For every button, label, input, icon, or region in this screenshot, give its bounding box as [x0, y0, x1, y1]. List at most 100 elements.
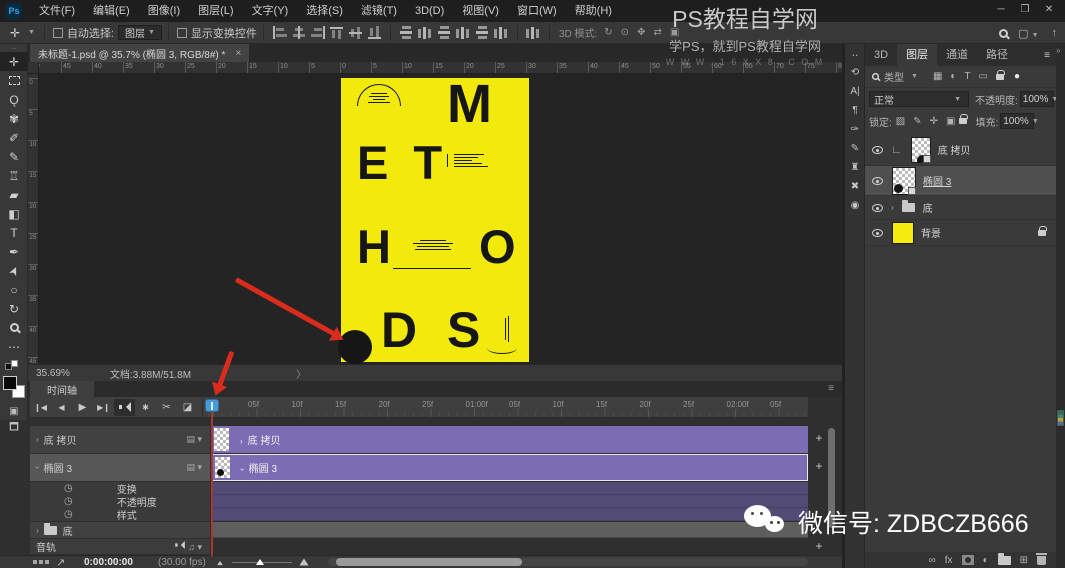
previous-frame-button[interactable]: ◀ [51, 399, 72, 416]
collapse-track-icon[interactable]: › [33, 466, 42, 469]
track-header-group-di[interactable]: › 底 [30, 522, 210, 538]
align-left-edges-button[interactable] [271, 26, 287, 39]
layer-name[interactable]: 背景 [921, 225, 941, 240]
align-right-edges-button[interactable] [309, 26, 325, 39]
tab-layers[interactable]: 图层 [897, 44, 938, 66]
creative-cloud-icon[interactable]: ◉ [845, 196, 865, 215]
quick-selection-tool-icon[interactable]: ✾ [0, 109, 28, 128]
track-filter-icon[interactable]: ▤ ▾ [186, 434, 202, 445]
path-selection-tool-icon[interactable]: ➤ [0, 261, 28, 280]
property-track[interactable] [212, 495, 808, 508]
3d-pan-icon[interactable]: ✥ [637, 27, 645, 38]
lasso-tool-icon[interactable]: Ǫ [0, 90, 28, 109]
stopwatch-icon[interactable]: ◷ [64, 509, 73, 520]
align-vertical-centers-button[interactable] [347, 26, 363, 39]
share-icon[interactable]: ↑ [1052, 27, 1058, 39]
expand-track-icon[interactable]: › [36, 435, 39, 444]
close-document-icon[interactable]: × [235, 48, 241, 59]
next-frame-button[interactable]: ▶❙ [93, 399, 114, 416]
distribute-top-button[interactable] [398, 26, 414, 39]
lock-position-icon[interactable]: ✛ [930, 116, 938, 127]
add-media-button[interactable]: + [812, 459, 826, 473]
blend-mode-select[interactable]: 正常 ▼ [869, 91, 969, 107]
tool-presets-panel-icon[interactable]: ✖ [845, 177, 865, 196]
3d-dolly-icon[interactable]: ▣ [670, 27, 679, 38]
filter-search-icon[interactable] [871, 72, 880, 81]
expand-group-icon[interactable]: › [891, 203, 894, 212]
zoom-in-timeline-icon[interactable] [299, 558, 309, 566]
track-bar-di-kaobei[interactable]: › 底 拷贝 [212, 426, 808, 453]
edit-toolbar-tool-icon[interactable]: ⋯ [0, 337, 28, 356]
filter-toggle-icon[interactable]: ● [1014, 71, 1020, 82]
menu-item[interactable]: 文件(F) [30, 0, 84, 22]
transition-button[interactable]: ◪ [177, 399, 198, 416]
go-to-first-frame-button[interactable]: ❙◀ [30, 399, 51, 416]
move-tool-icon[interactable]: ✛ [0, 52, 28, 71]
lock-image-pixels-icon[interactable]: ✎ [913, 116, 921, 127]
stopwatch-icon[interactable]: ◷ [64, 483, 73, 494]
fill-select[interactable]: 100% ▼ [1000, 113, 1039, 129]
menu-item[interactable]: 窗口(W) [508, 0, 566, 22]
auto-select-checkbox[interactable] [52, 27, 63, 38]
collapsed-panel-icon[interactable] [1057, 410, 1064, 426]
property-track[interactable] [212, 482, 808, 495]
eraser-tool-icon[interactable]: ▰ [0, 185, 28, 204]
tab-channels[interactable]: 通道 [937, 44, 977, 66]
new-layer-icon[interactable]: ⊞ [1020, 555, 1028, 566]
status-expand-icon[interactable]: 〉 [296, 366, 306, 381]
tab-paths[interactable]: 路径 [977, 44, 1017, 66]
menu-item[interactable]: 图层(L) [189, 0, 242, 22]
photoshop-logo-icon[interactable]: Ps [6, 3, 22, 19]
clone-stamp-tool-icon[interactable]: ♖ [0, 166, 28, 185]
align-horizontal-centers-button[interactable] [290, 26, 306, 39]
filter-caret-icon[interactable]: ▼ [911, 73, 918, 80]
fx-icon[interactable]: fx [945, 555, 953, 566]
menu-item[interactable]: 图像(I) [139, 0, 189, 22]
stopwatch-icon[interactable]: ◷ [64, 496, 73, 507]
distribute-bottom-button[interactable] [436, 26, 452, 39]
distribute-horizontal-button[interactable] [474, 26, 490, 39]
collapse-track-icon[interactable]: › [238, 468, 247, 471]
lock-artboard-icon[interactable]: ▣ [946, 116, 955, 127]
trash-icon[interactable] [1036, 552, 1047, 565]
filter-pixel-layers-icon[interactable]: ▦ [933, 71, 942, 82]
add-audio-button[interactable]: + [812, 539, 826, 553]
tab-3d[interactable]: 3D [865, 44, 897, 66]
mute-audio-button[interactable] [114, 398, 135, 416]
timeline-ruler[interactable]: 05f 10f 15f 20f 25f 01:00f 05f 10f 15f 20f 25f 02:0… [203, 397, 808, 418]
rotate-view-tool-icon[interactable]: ↻ [0, 299, 28, 318]
visibility-eye-icon[interactable] [872, 203, 883, 212]
lock-transparent-pixels-icon[interactable]: ▨ [896, 116, 905, 127]
lock-all-icon[interactable] [959, 114, 969, 124]
audio-icons[interactable]: ♫ ▾ [174, 540, 202, 553]
type-tool-icon[interactable]: T [0, 223, 28, 242]
menu-item[interactable]: 文字(Y) [243, 0, 298, 22]
ellipse-shape-tool-icon[interactable]: ○ [0, 280, 28, 299]
layer-row-di-kaobei[interactable]: ∟ 底 拷贝 [865, 134, 1056, 166]
brushes-panel-icon[interactable]: ✎ [845, 139, 865, 158]
track-header-tuoyuan-3[interactable]: › 椭圆 3 ▤ ▾ [30, 454, 210, 481]
3d-orbit-icon[interactable]: ↻ [604, 27, 612, 38]
history-panel-icon[interactable]: ⟲ [845, 63, 865, 82]
gradient-tool-icon[interactable]: ◧ [0, 204, 28, 223]
split-at-playhead-button[interactable]: ✂ [156, 399, 177, 416]
show-transform-checkbox[interactable] [176, 27, 187, 38]
menu-item[interactable]: 编辑(E) [84, 0, 139, 22]
align-top-edges-button[interactable] [328, 26, 344, 39]
layer-thumbnail[interactable] [910, 136, 931, 163]
menu-item[interactable]: 视图(V) [453, 0, 508, 22]
minimize-button[interactable]: ─ [989, 0, 1013, 20]
brush-tool-icon[interactable]: ✎ [0, 147, 28, 166]
add-media-button[interactable]: + [812, 431, 826, 445]
menu-item[interactable]: 选择(S) [297, 0, 352, 22]
property-track[interactable] [212, 508, 808, 521]
layer-row-tuoyuan-3-selected[interactable]: 椭圆 3 [865, 166, 1056, 196]
default-colors-icon[interactable] [5, 360, 19, 372]
distribute-spacing-button[interactable] [525, 26, 541, 39]
close-button[interactable]: ✕ [1037, 0, 1061, 20]
audio-track-header[interactable]: 音轨 ♫ ▾ [30, 539, 210, 554]
visibility-eye-icon[interactable] [872, 176, 883, 185]
search-icon[interactable] [999, 28, 1009, 38]
layer-name[interactable]: 底 [923, 200, 933, 215]
3d-roll-icon[interactable]: ⊙ [621, 27, 629, 38]
